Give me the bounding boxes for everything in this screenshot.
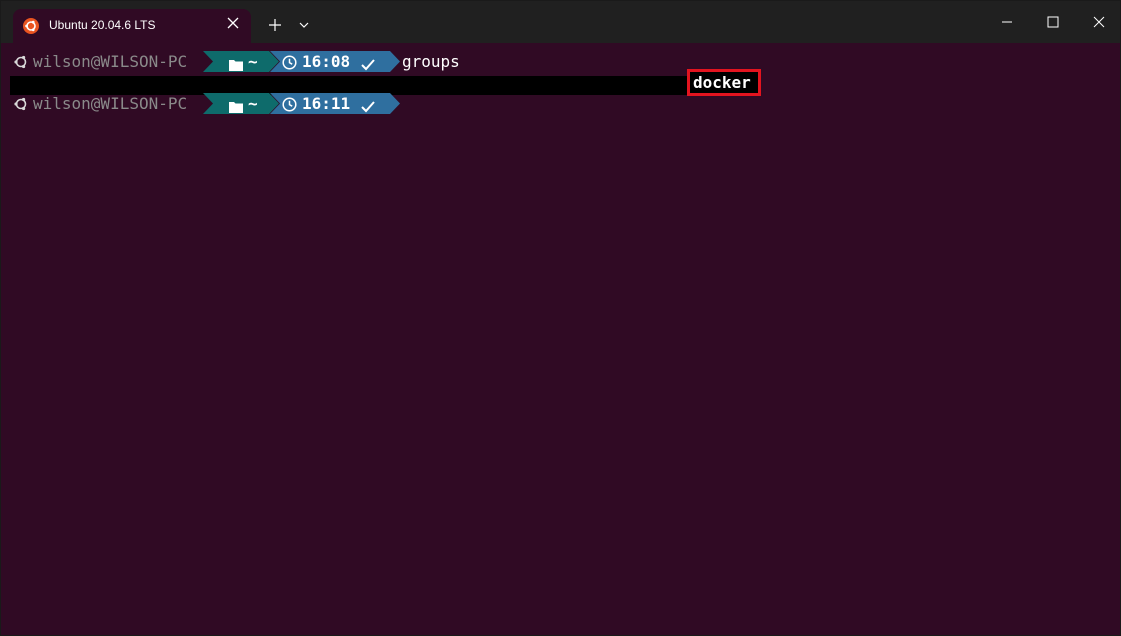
prompt-line: wilson@WILSON-PC ~ 16:11 <box>10 93 510 114</box>
folder-icon <box>229 55 243 71</box>
new-tab-button[interactable] <box>263 13 287 37</box>
command-output: docker <box>693 73 751 92</box>
check-icon <box>361 55 375 71</box>
ubuntu-logo-icon <box>23 18 39 34</box>
terminal-window: Ubuntu 20.04.6 LTS wilson@WILSON-PC ~ 16… <box>0 0 1121 636</box>
plus-icon <box>269 19 281 31</box>
terminal-body[interactable]: wilson@WILSON-PC ~ 16:08 groups docker w… <box>1 43 1120 635</box>
minimize-icon <box>1002 21 1012 23</box>
close-window-button[interactable] <box>1084 7 1114 37</box>
title-bar: Ubuntu 20.04.6 LTS <box>1 1 1120 43</box>
check-icon <box>361 97 375 113</box>
folder-icon <box>229 97 243 113</box>
prompt-time: 16:11 <box>302 94 351 113</box>
maximize-button[interactable] <box>1038 7 1068 37</box>
clock-icon <box>282 96 297 112</box>
current-dir: ~ <box>248 52 258 71</box>
tab-dropdown-button[interactable] <box>292 13 316 37</box>
current-dir: ~ <box>248 94 258 113</box>
ubuntu-logo-icon <box>13 54 29 70</box>
chevron-down-icon <box>299 22 309 28</box>
minimize-button[interactable] <box>992 7 1022 37</box>
clock-icon <box>282 54 297 70</box>
tab-close-icon[interactable] <box>225 15 241 31</box>
prompt-time: 16:08 <box>302 52 351 71</box>
close-icon <box>1093 16 1105 28</box>
prompt-line: wilson@WILSON-PC ~ 16:08 groups <box>10 51 510 72</box>
ubuntu-logo-icon <box>13 96 29 112</box>
maximize-icon <box>1047 16 1059 28</box>
command-text: groups <box>402 52 460 71</box>
user-host: wilson@WILSON-PC <box>33 94 188 113</box>
user-host: wilson@WILSON-PC <box>33 52 188 71</box>
tab-ubuntu[interactable]: Ubuntu 20.04.6 LTS <box>13 9 251 43</box>
tab-title: Ubuntu 20.04.6 LTS <box>49 18 156 32</box>
